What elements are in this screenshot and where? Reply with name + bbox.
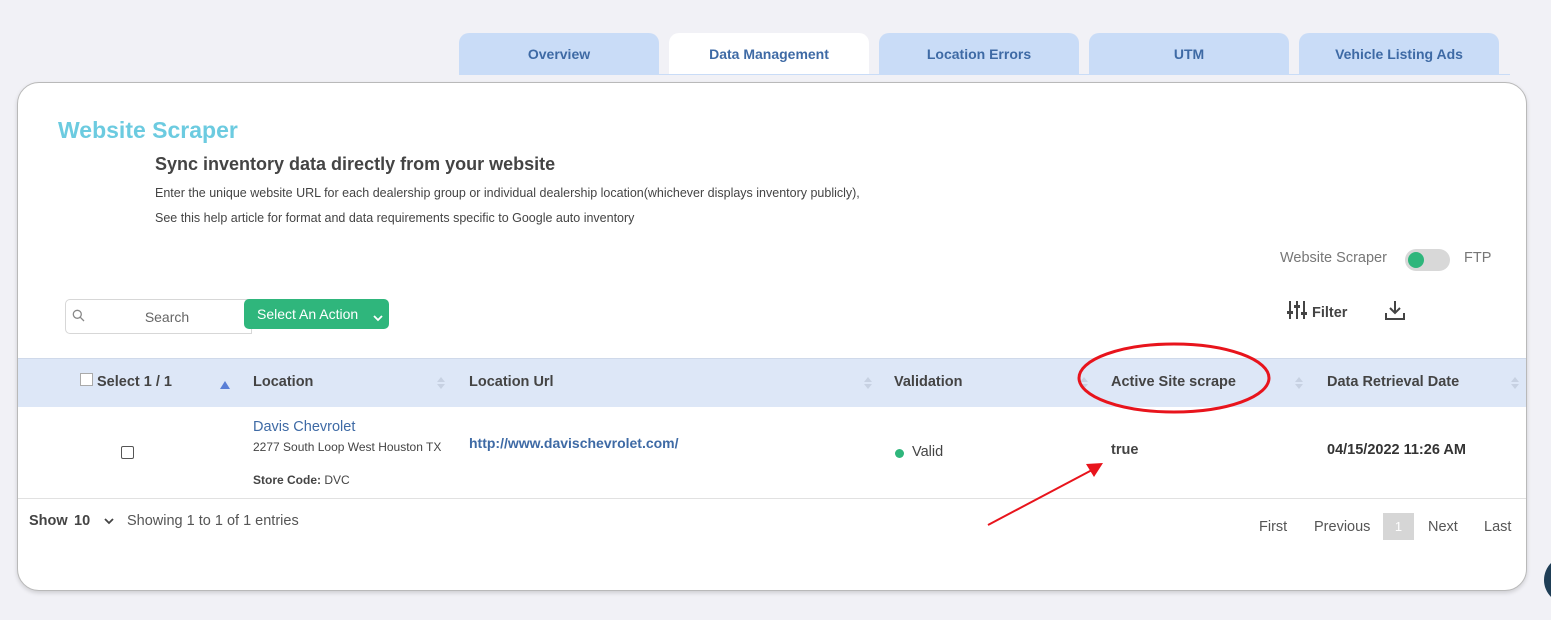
header-data-retrieval-date[interactable]: Data Retrieval Date [1327,374,1459,390]
page-size-value: 10 [74,513,91,529]
header-location[interactable]: Location [253,374,313,390]
scraper-ftp-toggle[interactable] [1405,249,1450,271]
header-validation[interactable]: Validation [894,374,963,390]
description-line-1: Enter the unique website URL for each de… [155,186,860,200]
select-action-button[interactable]: Select An Action [244,299,389,329]
store-code: Store Code: DVC [253,473,350,487]
tab-vehicle-listing-ads[interactable]: Vehicle Listing Ads [1299,33,1499,75]
page-title: Website Scraper [58,117,238,143]
entries-info: Showing 1 to 1 of 1 entries [127,513,299,529]
store-code-label: Store Code: [253,473,322,487]
pagination-next[interactable]: Next [1428,519,1458,535]
pagination-last[interactable]: Last [1484,519,1511,535]
tab-overview[interactable]: Overview [459,33,659,75]
chevron-down-icon [104,513,114,529]
website-scraper-card: Website Scraper Sync inventory data dire… [17,82,1527,591]
table-header: Select 1 / 1 Location Location Url Valid… [18,358,1526,408]
show-label: Show [29,513,68,529]
filter-label: Filter [1312,304,1348,321]
pagination-current-page[interactable]: 1 [1383,513,1414,540]
header-active-site-scrape[interactable]: Active Site scrape [1111,374,1236,390]
toggle-label-website-scraper: Website Scraper [1280,250,1387,266]
tab-data-management[interactable]: Data Management [669,33,869,75]
description-line-2: See this help article for format and dat… [155,211,635,225]
sort-icon[interactable] [437,376,445,394]
toggle-knob [1408,252,1424,268]
download-icon [1384,301,1406,325]
valid-status-dot [895,449,904,458]
page-bottom-strip [0,620,1551,626]
table-row: Davis Chevrolet 2277 South Loop West Hou… [18,407,1526,499]
sort-icon[interactable] [1511,376,1519,394]
download-button[interactable] [1384,299,1406,326]
location-name-link[interactable]: Davis Chevrolet [253,419,355,435]
search-box [65,299,252,334]
header-location-url[interactable]: Location Url [469,374,554,390]
filter-button[interactable]: Filter [1286,299,1347,326]
location-address: 2277 South Loop West Houston TX [253,440,442,454]
header-select: Select 1 / 1 [97,374,172,390]
select-all-checkbox[interactable] [80,373,93,386]
search-icon [72,309,85,327]
toggle-label-ftp: FTP [1464,250,1492,266]
chat-widget-button[interactable] [1544,556,1551,604]
search-input[interactable] [90,304,244,330]
tab-location-errors[interactable]: Location Errors [879,33,1079,75]
sort-icon[interactable] [864,376,872,394]
row-checkbox[interactable] [121,446,134,459]
sort-asc-icon[interactable] [220,376,230,394]
pagination-previous[interactable]: Previous [1314,519,1370,535]
store-code-value: DVC [324,473,350,487]
tab-utm[interactable]: UTM [1089,33,1289,75]
data-retrieval-date-value: 04/15/2022 11:26 AM [1327,442,1466,458]
sliders-icon [1286,299,1308,326]
location-url-link[interactable]: http://www.davischevrolet.com/ [469,435,679,451]
validation-status: Valid [912,444,944,460]
sort-icon[interactable] [1080,376,1088,394]
page-size-select[interactable]: 10 [74,513,114,529]
pagination-first[interactable]: First [1259,519,1287,535]
active-site-scrape-value: true [1111,442,1139,458]
page-subtitle: Sync inventory data directly from your w… [155,154,556,174]
tab-underline [459,74,1510,75]
select-action-label: Select An Action [257,306,359,322]
chevron-down-icon [373,309,383,325]
sort-icon[interactable] [1295,376,1303,394]
